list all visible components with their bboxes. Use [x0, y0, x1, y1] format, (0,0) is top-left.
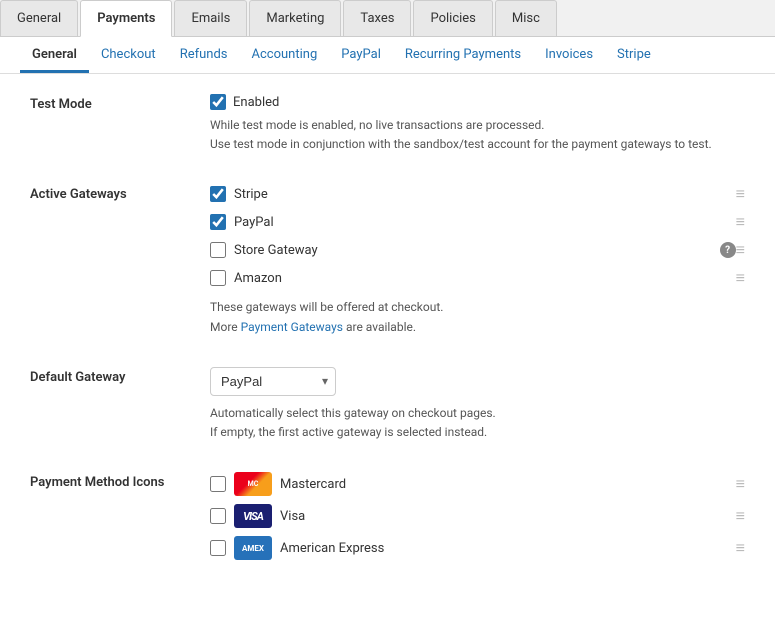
gateway-note: These gateways will be offered at checko… — [210, 298, 745, 336]
gateway-row-paypal: PayPal≡ — [210, 212, 745, 232]
test-mode-control: Enabled While test mode is enabled, no l… — [210, 94, 745, 154]
payment-method-checkbox-amex[interactable] — [210, 540, 226, 556]
gateway-checkbox-store_gateway[interactable] — [210, 242, 226, 258]
gateway-row-store_gateway: Store Gateway?≡ — [210, 240, 745, 260]
gateway-help-icon-store_gateway[interactable]: ? — [720, 242, 736, 258]
sub-tab-general[interactable]: General — [20, 37, 89, 73]
default-gateway-description: Automatically select this gateway on che… — [210, 404, 745, 442]
payment-method-row-mastercard: MC Mastercard≡ — [210, 472, 745, 496]
payment-method-name-amex: American Express — [280, 541, 736, 556]
top-tab-policies[interactable]: Policies — [413, 0, 492, 36]
payment-icons-control: MCMastercard≡VISAVisa≡AMEXAmerican Expre… — [210, 472, 745, 568]
top-tab-general[interactable]: General — [0, 0, 78, 36]
active-gateways-row: Active Gateways Stripe≡PayPal≡Store Gate… — [30, 184, 745, 336]
payment-icon-mastercard: MC — [234, 472, 272, 496]
payment-method-drag-visa[interactable]: ≡ — [736, 506, 745, 526]
payment-method-row-visa: VISA Visa≡ — [210, 504, 745, 528]
payment-icons-label: Payment Method Icons — [30, 472, 210, 490]
default-gateway-select[interactable]: PayPalStripeStore GatewayAmazon — [210, 367, 336, 396]
payment-method-checkbox-mastercard[interactable] — [210, 476, 226, 492]
sub-tab-checkout[interactable]: Checkout — [89, 37, 168, 73]
default-gateway-label: Default Gateway — [30, 367, 210, 385]
sub-tab-accounting[interactable]: Accounting — [240, 37, 330, 73]
top-tab-emails[interactable]: Emails — [174, 0, 247, 36]
active-gateways-label: Active Gateways — [30, 184, 210, 202]
payment-method-row-amex: AMEX American Express≡ — [210, 536, 745, 560]
gateway-name-paypal: PayPal — [234, 215, 736, 230]
gateway-row-stripe: Stripe≡ — [210, 184, 745, 204]
top-tab-marketing[interactable]: Marketing — [249, 0, 341, 36]
default-gateway-control: PayPalStripeStore GatewayAmazon ▾ Automa… — [210, 367, 745, 442]
test-mode-row: Test Mode Enabled While test mode is ena… — [30, 94, 745, 154]
gateway-checkbox-stripe[interactable] — [210, 186, 226, 202]
gateway-drag-handle-amazon[interactable]: ≡ — [736, 268, 745, 288]
top-tab-taxes[interactable]: Taxes — [343, 0, 411, 36]
gateway-name-amazon: Amazon — [234, 271, 736, 286]
test-mode-checkbox-row: Enabled — [210, 94, 745, 110]
payment-method-drag-mastercard[interactable]: ≡ — [736, 474, 745, 494]
top-tab-misc[interactable]: Misc — [495, 0, 557, 36]
gateway-drag-handle-stripe[interactable]: ≡ — [736, 184, 745, 204]
top-tabs: GeneralPaymentsEmailsMarketingTaxesPolic… — [0, 0, 775, 37]
content-area: GeneralCheckoutRefundsAccountingPayPalRe… — [0, 37, 775, 618]
sub-tabs: GeneralCheckoutRefundsAccountingPayPalRe… — [0, 37, 775, 74]
payment-icons-row: Payment Method Icons MCMastercard≡VISAVi… — [30, 472, 745, 568]
gateways-list: Stripe≡PayPal≡Store Gateway?≡Amazon≡ — [210, 184, 745, 288]
payment-method-name-mastercard: Mastercard — [280, 477, 736, 492]
active-gateways-control: Stripe≡PayPal≡Store Gateway?≡Amazon≡ The… — [210, 184, 745, 336]
gateway-drag-handle-paypal[interactable]: ≡ — [736, 212, 745, 232]
default-gateway-row: Default Gateway PayPalStripeStore Gatewa… — [30, 367, 745, 442]
payment-method-checkbox-visa[interactable] — [210, 508, 226, 524]
payment-method-name-visa: Visa — [280, 509, 736, 524]
test-mode-checkbox-label[interactable]: Enabled — [233, 95, 279, 110]
gateway-name-stripe: Stripe — [234, 187, 736, 202]
payment-method-drag-amex[interactable]: ≡ — [736, 538, 745, 558]
gateway-drag-handle-store_gateway[interactable]: ≡ — [736, 240, 745, 260]
test-mode-checkbox[interactable] — [210, 94, 226, 110]
gateway-name-store_gateway: Store Gateway — [234, 243, 715, 258]
payment-icon-amex: AMEX — [234, 536, 272, 560]
test-mode-description: While test mode is enabled, no live tran… — [210, 116, 745, 154]
gateway-row-amazon: Amazon≡ — [210, 268, 745, 288]
payment-icon-visa: VISA — [234, 504, 272, 528]
sub-tab-recurring[interactable]: Recurring Payments — [393, 37, 533, 73]
payment-gateways-link[interactable]: Payment Gateways — [241, 320, 343, 334]
test-mode-label: Test Mode — [30, 94, 210, 112]
top-tab-payments[interactable]: Payments — [80, 0, 172, 37]
sub-tab-paypal[interactable]: PayPal — [329, 37, 393, 73]
sub-tab-refunds[interactable]: Refunds — [168, 37, 240, 73]
sub-tab-stripe[interactable]: Stripe — [605, 37, 663, 73]
settings-body: Test Mode Enabled While test mode is ena… — [0, 74, 775, 618]
gateway-checkbox-amazon[interactable] — [210, 270, 226, 286]
payment-icons-list: MCMastercard≡VISAVisa≡AMEXAmerican Expre… — [210, 472, 745, 560]
sub-tab-invoices[interactable]: Invoices — [533, 37, 605, 73]
default-gateway-select-wrapper: PayPalStripeStore GatewayAmazon ▾ — [210, 367, 336, 396]
gateway-checkbox-paypal[interactable] — [210, 214, 226, 230]
